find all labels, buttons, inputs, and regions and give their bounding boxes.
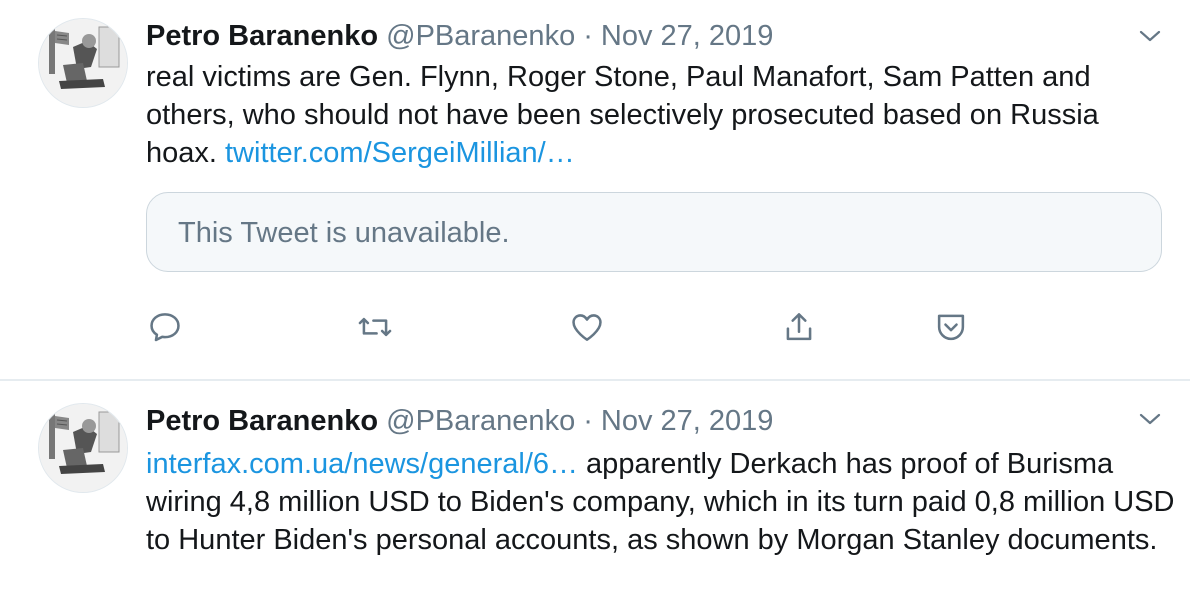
tweet-text: interfax.com.ua/news/general/6… apparent… — [146, 445, 1176, 559]
tweet-text: real victims are Gen. Flynn, Roger Stone… — [146, 58, 1176, 172]
tweet-actions — [146, 308, 1146, 348]
author-handle[interactable]: @PBaranenko — [386, 405, 575, 437]
tweet-link[interactable]: interfax.com.ua/news/general/6… — [146, 448, 578, 480]
share-icon[interactable] — [780, 308, 820, 348]
avatar[interactable]: … — [38, 18, 128, 108]
author-name[interactable]: Petro Baranenko — [146, 405, 378, 437]
tweet[interactable]: … Petro Baranenko @PBaranenko · Nov 27, 20… — [0, 381, 1190, 604]
tweet-date[interactable]: Nov 27, 2019 — [601, 405, 774, 437]
analytics-icon[interactable] — [932, 308, 972, 348]
chevron-down-icon[interactable] — [1134, 403, 1166, 435]
tweet-date[interactable]: Nov 27, 2019 — [601, 20, 774, 52]
unavailable-message: This Tweet is unavailable. — [178, 217, 510, 249]
reply-icon[interactable] — [146, 308, 186, 348]
author-handle[interactable]: @PBaranenko — [386, 20, 575, 52]
avatar-image: … — [39, 404, 127, 492]
retweet-icon[interactable] — [356, 308, 396, 348]
quoted-tweet-card[interactable]: This Tweet is unavailable. — [146, 192, 1162, 272]
svg-text:…: … — [49, 480, 54, 486]
tweet-header: Petro Baranenko @PBaranenko · Nov 27, 2019 — [146, 18, 773, 54]
tweet-header: Petro Baranenko @PBaranenko · Nov 27, 2019 — [146, 403, 773, 439]
tweet[interactable]: … Petro Baranenko @PBaranenko · Nov 27, 20… — [0, 0, 1190, 380]
separator-dot: · — [583, 405, 593, 437]
like-icon[interactable] — [568, 308, 608, 348]
tweet-link[interactable]: twitter.com/SergeiMillian/… — [225, 137, 575, 169]
author-name[interactable]: Petro Baranenko — [146, 20, 378, 52]
separator-dot: · — [583, 20, 593, 52]
avatar-image: … — [39, 19, 127, 107]
svg-text:…: … — [49, 95, 54, 101]
avatar[interactable]: … — [38, 403, 128, 493]
chevron-down-icon[interactable] — [1134, 20, 1166, 52]
